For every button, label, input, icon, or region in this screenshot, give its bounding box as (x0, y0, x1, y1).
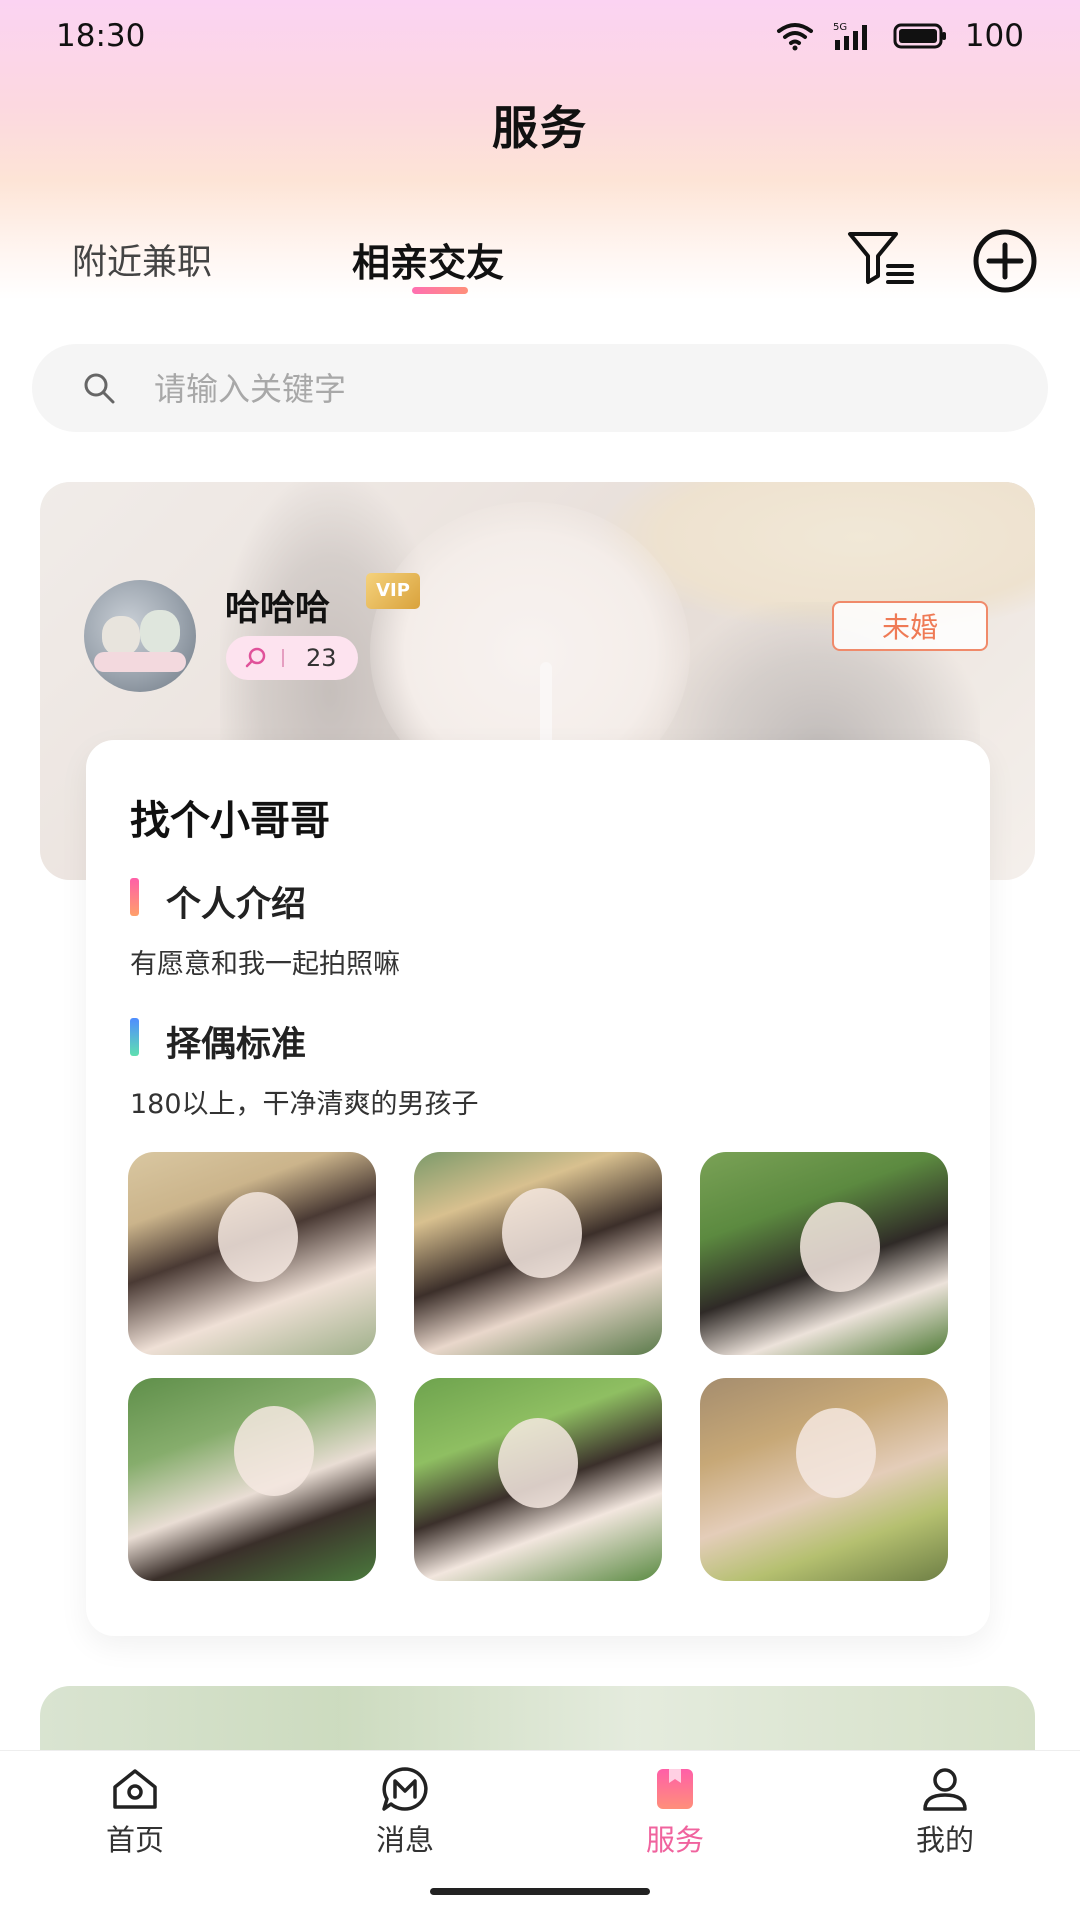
photo-thumbnail[interactable] (700, 1152, 948, 1355)
add-post-button[interactable] (972, 228, 1038, 294)
filter-button[interactable] (846, 228, 918, 288)
page-title: 服务 (492, 101, 588, 155)
section-text-intro: 有愿意和我一起拍照嘛 (130, 949, 400, 980)
photo-thumbnail[interactable] (700, 1378, 948, 1581)
battery-level: 100 (964, 18, 1024, 54)
status-time: 18:30 (56, 18, 146, 54)
photo-thumbnail[interactable] (414, 1378, 662, 1581)
section-heading-intro: 个人介绍 (166, 885, 307, 925)
user-name[interactable]: 哈哈哈 (225, 580, 330, 631)
section-text-criteria: 180以上，干净清爽的男孩子 (130, 1089, 479, 1120)
status-bar: 18:30 5G 100 (0, 0, 1080, 76)
filter-icon (848, 232, 914, 284)
post-title: 找个小哥哥 (130, 798, 330, 844)
section-accent-bar (130, 1018, 139, 1056)
marital-status-badge: 未婚 (832, 601, 988, 651)
tab-nearby-jobs[interactable]: 附近兼职 (72, 234, 212, 285)
photo-thumbnail[interactable] (414, 1152, 662, 1355)
message-icon (382, 1767, 428, 1811)
search-bar[interactable] (32, 344, 1048, 432)
section-accent-bar (130, 878, 139, 916)
avatar[interactable] (84, 580, 196, 692)
nav-label: 服务 (645, 1823, 704, 1857)
nav-label: 我的 (915, 1823, 974, 1857)
page: 18:30 5G 100 服务 附近兼职 相亲交友 请输入关键字 哈哈哈 VIP… (0, 0, 1080, 1920)
svg-text:5G: 5G (833, 22, 847, 33)
vip-badge: VIP (366, 573, 420, 609)
cellular-signal-icon: 5G (833, 22, 867, 50)
photo-thumbnail[interactable] (128, 1378, 376, 1581)
comment-count: 23 (306, 644, 337, 672)
battery-icon (893, 23, 946, 49)
active-tab-indicator (412, 287, 468, 294)
comment-icon (245, 647, 266, 668)
tab-dating[interactable]: 相亲交友 (352, 232, 504, 287)
service-icon (657, 1769, 693, 1809)
add-circle-icon (973, 229, 1037, 293)
status-icons: 5G 100 (775, 16, 1024, 56)
home-indicator (430, 1888, 650, 1895)
nav-item-home[interactable]: 首页 (75, 1765, 195, 1859)
search-input[interactable] (152, 362, 1016, 416)
search-icon (84, 373, 115, 404)
nav-label: 首页 (105, 1823, 164, 1857)
wifi-icon (776, 23, 813, 51)
nav-item-messages[interactable]: 消息 (345, 1765, 465, 1859)
post-card[interactable]: 找个小哥哥 个人介绍 有愿意和我一起拍照嘛 择偶标准 180以上，干净清爽的男孩… (86, 740, 990, 1636)
photo-thumbnail[interactable] (128, 1152, 376, 1355)
nav-label: 消息 (375, 1823, 434, 1857)
nav-item-service[interactable]: 服务 (615, 1765, 735, 1859)
profile-icon (923, 1768, 967, 1811)
comment-count-pill[interactable]: 23 (226, 636, 358, 680)
home-icon (113, 1769, 157, 1809)
section-heading-criteria: 择偶标准 (166, 1025, 307, 1065)
nav-item-profile[interactable]: 我的 (885, 1765, 1005, 1859)
